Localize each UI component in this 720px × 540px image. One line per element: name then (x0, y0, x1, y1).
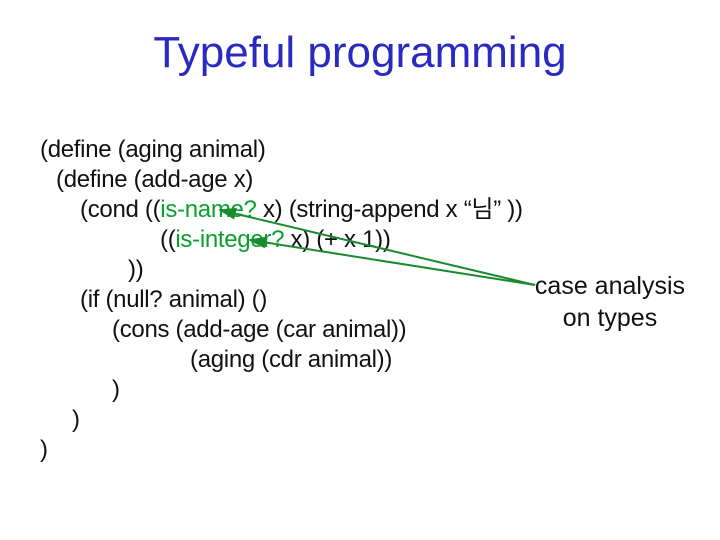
type-predicate: is-name? (160, 196, 256, 223)
code-text: x) (string-append x “님” )) (257, 196, 523, 223)
code-line: (define (aging animal) (40, 135, 523, 165)
code-text: (( (160, 226, 175, 253)
slide: Typeful programming (define (aging anima… (0, 0, 720, 540)
code-block: (define (aging animal) (define (add-age … (40, 135, 523, 465)
code-line: ) (40, 435, 523, 465)
code-text: (cond (( (80, 196, 160, 223)
type-predicate: is-integer? (175, 226, 284, 253)
code-line: (if (null? animal) () (40, 285, 523, 315)
code-line: )) (40, 255, 523, 285)
code-line: (define (add-age x) (40, 165, 523, 195)
code-line: (cons (add-age (car animal)) (40, 315, 523, 345)
code-line: (aging (cdr animal)) (40, 345, 523, 375)
code-line: ((is-integer? x) (+ x 1)) (40, 225, 523, 255)
code-line: ) (40, 375, 523, 405)
annotation-line: case analysis (535, 270, 685, 302)
annotation-line: on types (535, 302, 685, 334)
annotation: case analysis on types (535, 270, 685, 334)
code-text: x) (+ x 1)) (284, 226, 390, 253)
code-line: ) (40, 405, 523, 435)
code-line: (cond ((is-name? x) (string-append x “님”… (40, 195, 523, 225)
slide-title: Typeful programming (0, 28, 720, 78)
